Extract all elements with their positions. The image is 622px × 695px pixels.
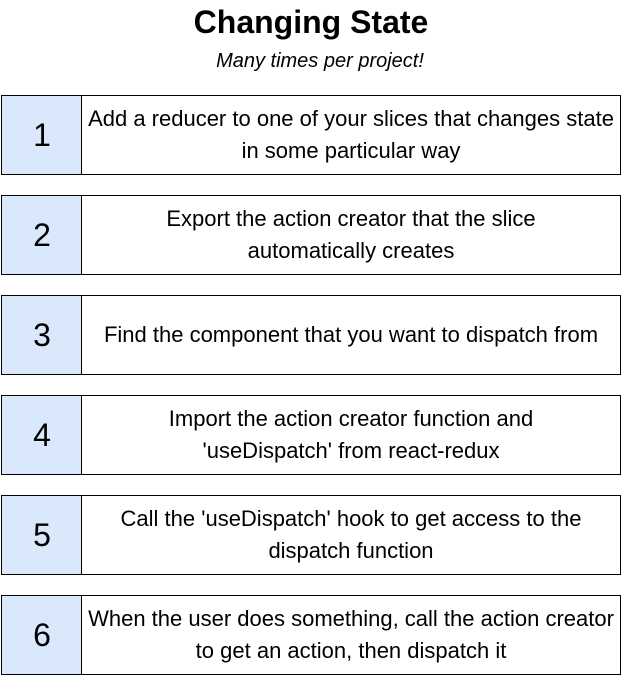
step-row-3: 3 Find the component that you want to di…: [0, 295, 622, 375]
step-text-box: When the user does something, call the a…: [81, 595, 621, 675]
step-row-1: 1 Add a reducer to one of your slices th…: [0, 95, 622, 175]
step-text: Add a reducer to one of your slices that…: [88, 106, 614, 163]
step-text: Call the 'useDispatch' hook to get acces…: [120, 506, 582, 563]
step-row-6: 6 When the user does something, call the…: [0, 595, 622, 675]
step-number-box: 5: [1, 495, 83, 575]
step-text-box: Import the action creator function and '…: [81, 395, 621, 475]
step-row-2: 2 Export the action creator that the sli…: [0, 195, 622, 275]
step-text-box: Call the 'useDispatch' hook to get acces…: [81, 495, 621, 575]
step-text-box: Export the action creator that the slice…: [81, 195, 621, 275]
step-text-box: Find the component that you want to disp…: [81, 295, 621, 375]
step-text: Export the action creator that the slice…: [166, 206, 536, 263]
step-number-box: 6: [1, 595, 83, 675]
step-number-box: 4: [1, 395, 83, 475]
step-text-box: Add a reducer to one of your slices that…: [81, 95, 621, 175]
step-number-box: 1: [1, 95, 83, 175]
step-number-box: 3: [1, 295, 83, 375]
step-row-4: 4 Import the action creator function and…: [0, 395, 622, 475]
step-text: When the user does something, call the a…: [88, 606, 614, 663]
step-row-5: 5 Call the 'useDispatch' hook to get acc…: [0, 495, 622, 575]
diagram-title: Changing State: [193, 4, 429, 40]
step-text: Find the component that you want to disp…: [103, 322, 599, 347]
diagram-subtitle: Many times per project!: [216, 50, 424, 72]
step-text: Import the action creator function and '…: [168, 406, 534, 463]
steps-list: 1 Add a reducer to one of your slices th…: [0, 95, 622, 695]
step-number-box: 2: [1, 195, 83, 275]
